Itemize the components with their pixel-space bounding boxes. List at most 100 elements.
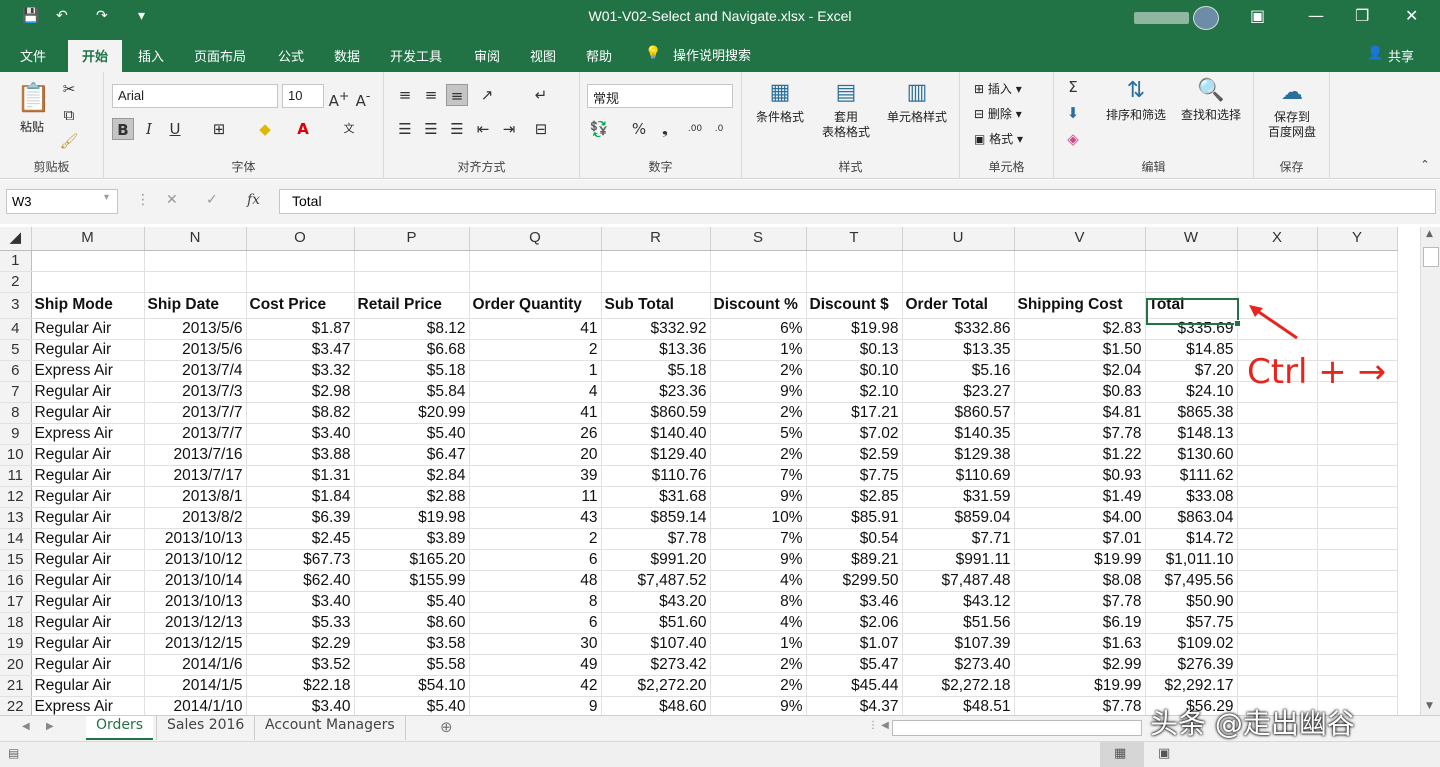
cell[interactable]: $5.40 — [354, 423, 470, 445]
cell[interactable]: $24.10 — [1145, 381, 1238, 403]
cell[interactable]: $57.75 — [1145, 612, 1238, 634]
cell[interactable]: 4 — [469, 381, 602, 403]
cell[interactable]: $8.82 — [246, 402, 355, 424]
cell[interactable]: 4% — [710, 612, 807, 634]
cell[interactable]: $7.75 — [806, 465, 903, 487]
cell[interactable]: 7% — [710, 528, 807, 550]
cell[interactable]: $7,487.48 — [902, 570, 1015, 592]
cell[interactable]: 41 — [469, 318, 602, 340]
column-header-m[interactable]: M — [31, 227, 145, 251]
column-header-t[interactable]: T — [806, 227, 903, 251]
cell[interactable]: 1 — [469, 360, 602, 382]
insert-function-icon[interactable]: fx — [247, 192, 260, 208]
cell[interactable]: 2 — [469, 528, 602, 550]
cell[interactable]: $276.39 — [1145, 654, 1238, 676]
cell[interactable] — [1317, 402, 1398, 424]
cell[interactable] — [1145, 271, 1238, 293]
cell[interactable]: 6% — [710, 318, 807, 340]
cell[interactable]: $991.20 — [601, 549, 711, 571]
cell[interactable]: $4.00 — [1014, 507, 1146, 529]
cell[interactable]: $1.63 — [1014, 633, 1146, 655]
cell[interactable]: $7.02 — [806, 423, 903, 445]
cell[interactable]: $273.40 — [902, 654, 1015, 676]
cell[interactable]: $13.36 — [601, 339, 711, 361]
cell[interactable]: 9% — [710, 486, 807, 508]
cell[interactable] — [1317, 271, 1398, 293]
cell[interactable]: 2013/5/6 — [144, 318, 247, 340]
cell[interactable]: $7.71 — [902, 528, 1015, 550]
row-header[interactable]: 10 — [0, 444, 32, 466]
cell[interactable]: $2.10 — [806, 381, 903, 403]
avatar[interactable] — [1193, 6, 1219, 30]
cell[interactable] — [1317, 633, 1398, 655]
cell[interactable]: $7.78 — [601, 528, 711, 550]
cell[interactable] — [1317, 549, 1398, 571]
scroll-down-icon[interactable]: ▼ — [1426, 701, 1433, 711]
cell[interactable]: 4% — [710, 570, 807, 592]
cell[interactable] — [1317, 465, 1398, 487]
cell[interactable] — [246, 250, 355, 272]
cell[interactable]: $89.21 — [806, 549, 903, 571]
cell[interactable]: $5.40 — [354, 696, 470, 715]
column-header-n[interactable]: N — [144, 227, 247, 251]
cell[interactable]: Regular Air — [31, 654, 145, 676]
cell[interactable]: 2013/7/4 — [144, 360, 247, 382]
currency-icon[interactable]: 💱 — [588, 118, 610, 140]
cell[interactable]: 2% — [710, 675, 807, 697]
formula-input[interactable]: Total — [279, 189, 1436, 214]
cell[interactable]: $31.68 — [601, 486, 711, 508]
cell[interactable]: 2013/12/15 — [144, 633, 247, 655]
column-header-r[interactable]: R — [601, 227, 711, 251]
font-size-select[interactable]: 10 — [282, 84, 324, 108]
macro-record-icon[interactable]: ▤ — [8, 746, 19, 760]
row-header[interactable]: 13 — [0, 507, 32, 529]
worksheet-grid[interactable]: ◢ M N O P Q R S T U V W X Y 1 2 3 Ship M… — [0, 227, 1420, 715]
cell[interactable]: $0.54 — [806, 528, 903, 550]
cell[interactable]: $335.69 — [1145, 318, 1238, 340]
shrink-font-icon[interactable]: A- — [352, 85, 374, 110]
cell[interactable]: 2013/7/17 — [144, 465, 247, 487]
cell[interactable]: $17.21 — [806, 402, 903, 424]
cell[interactable]: Regular Air — [31, 591, 145, 613]
cell[interactable]: $860.59 — [601, 402, 711, 424]
cell[interactable]: $6.68 — [354, 339, 470, 361]
align-left-icon[interactable]: ☰ — [394, 118, 416, 140]
cell[interactable] — [1237, 402, 1318, 424]
cell[interactable]: $33.08 — [1145, 486, 1238, 508]
cell[interactable]: $0.13 — [806, 339, 903, 361]
cell[interactable]: $110.76 — [601, 465, 711, 487]
cell[interactable]: $50.90 — [1145, 591, 1238, 613]
cell[interactable]: $2.45 — [246, 528, 355, 550]
cell[interactable]: $3.89 — [354, 528, 470, 550]
row-header[interactable]: 7 — [0, 381, 32, 403]
header-cell-discount-pct[interactable]: Discount % — [710, 292, 807, 319]
cell[interactable]: $5.47 — [806, 654, 903, 676]
cell[interactable]: $43.12 — [902, 591, 1015, 613]
cell[interactable] — [1237, 612, 1318, 634]
cell[interactable]: Regular Air — [31, 402, 145, 424]
cell[interactable] — [601, 250, 711, 272]
cell[interactable]: $2.29 — [246, 633, 355, 655]
cell[interactable]: $1.84 — [246, 486, 355, 508]
paste-button[interactable]: 📋 粘贴 — [10, 78, 54, 135]
cell[interactable]: $23.27 — [902, 381, 1015, 403]
row-header[interactable]: 3 — [0, 292, 32, 319]
cell[interactable] — [1237, 423, 1318, 445]
cell[interactable]: 2013/8/2 — [144, 507, 247, 529]
cell[interactable]: 2013/8/1 — [144, 486, 247, 508]
sort-filter-button[interactable]: ⇅ 排序和筛选 — [1100, 76, 1172, 123]
cell[interactable]: $155.99 — [354, 570, 470, 592]
cell[interactable]: $107.40 — [601, 633, 711, 655]
cell[interactable]: $148.13 — [1145, 423, 1238, 445]
ribbon-display-icon[interactable]: ▣ — [1250, 6, 1265, 25]
cell[interactable]: $859.04 — [902, 507, 1015, 529]
cell[interactable]: Express Air — [31, 360, 145, 382]
cell[interactable] — [1317, 423, 1398, 445]
save-baidu-button[interactable]: ☁ 保存到 百度网盘 — [1260, 78, 1324, 140]
header-cell-ship-date[interactable]: Ship Date — [144, 292, 247, 319]
cell[interactable]: $2.04 — [1014, 360, 1146, 382]
cell[interactable] — [1317, 318, 1398, 340]
column-header-p[interactable]: P — [354, 227, 470, 251]
cell[interactable]: $43.20 — [601, 591, 711, 613]
cell[interactable]: 2013/7/16 — [144, 444, 247, 466]
